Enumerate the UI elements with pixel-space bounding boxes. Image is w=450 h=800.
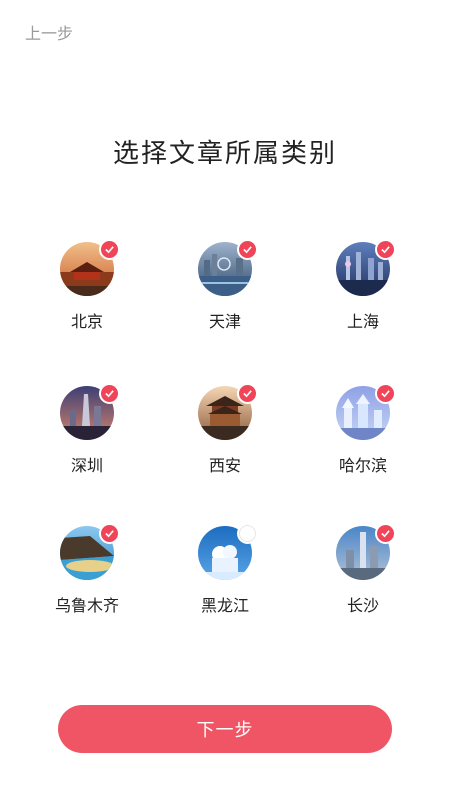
city-avatar [60, 523, 120, 580]
city-option-changsha[interactable]: 长沙 [308, 523, 418, 616]
city-option-tianjin[interactable]: 天津 [170, 239, 280, 332]
check-icon [375, 383, 396, 404]
city-option-harbin[interactable]: 哈尔滨 [308, 383, 418, 476]
check-icon [99, 523, 120, 544]
next-step-button[interactable]: 下一步 [58, 705, 392, 753]
city-avatar [336, 523, 396, 580]
city-avatar [198, 523, 258, 580]
city-option-urumqi[interactable]: 乌鲁木齐 [32, 523, 142, 616]
check-icon [237, 383, 258, 404]
city-name: 北京 [70, 312, 103, 331]
city-name: 哈尔滨 [338, 456, 387, 475]
city-option-shenzhen[interactable]: 深圳 [32, 383, 142, 476]
unchecked-icon [237, 523, 258, 544]
city-name: 深圳 [70, 456, 103, 475]
city-avatar [198, 383, 258, 440]
check-icon [237, 239, 258, 260]
city-avatar [60, 239, 120, 296]
city-grid: 北京 天津 上海 深圳 西安 哈尔滨 乌鲁木齐 黑龙江 长沙 [0, 0, 450, 800]
city-name: 西安 [208, 456, 241, 475]
check-icon [99, 383, 120, 404]
city-avatar [60, 383, 120, 440]
city-avatar [336, 239, 396, 296]
city-name: 乌鲁木齐 [54, 596, 119, 615]
city-avatar [336, 383, 396, 440]
check-icon [99, 239, 120, 260]
city-option-shanghai[interactable]: 上海 [308, 239, 418, 332]
check-icon [375, 239, 396, 260]
city-option-heilongjiang[interactable]: 黑龙江 [170, 523, 280, 616]
city-option-xian[interactable]: 西安 [170, 383, 280, 476]
city-name: 黑龙江 [200, 596, 249, 615]
city-name: 天津 [208, 312, 241, 331]
city-option-beijing[interactable]: 北京 [32, 239, 142, 332]
city-name: 上海 [346, 312, 379, 331]
city-name: 长沙 [346, 596, 379, 615]
city-avatar [198, 239, 258, 296]
check-icon [375, 523, 396, 544]
